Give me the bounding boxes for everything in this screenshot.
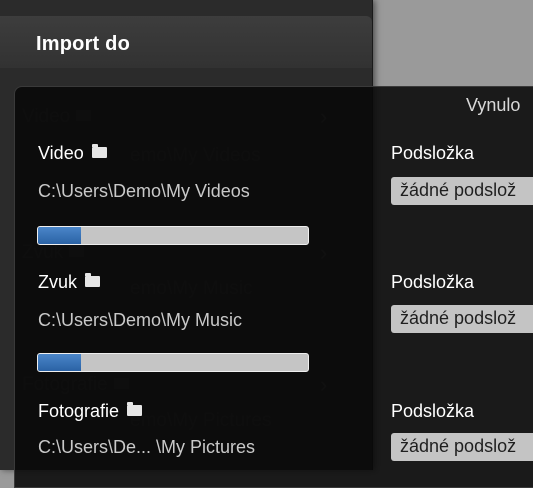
folder-icon[interactable] [91, 144, 107, 158]
photo-subfolder-label: Podsložka [391, 401, 475, 421]
audio-subfolder-dropdown[interactable]: žádné podslož [391, 305, 533, 333]
folder-icon[interactable] [85, 273, 101, 287]
import-panel-title: Import do [36, 33, 131, 55]
folder-icon[interactable] [127, 402, 143, 416]
video-storage-bar [37, 226, 309, 245]
section-title-video: Video [38, 143, 107, 164]
audio-path[interactable]: C:\Users\Demo\My Music [38, 310, 242, 331]
video-storage-fill [38, 227, 82, 244]
video-path[interactable]: C:\Users\Demo\My Videos [38, 181, 250, 202]
video-subfolder-label: Podsložka [391, 143, 475, 163]
audio-storage-bar [37, 353, 309, 372]
video-subfolder-dropdown[interactable]: žádné podslož [391, 177, 533, 205]
reset-button[interactable]: Vynulo [466, 95, 520, 116]
photo-path[interactable]: C:\Users\De... \My Pictures [38, 437, 255, 458]
section-title-audio: Zvuk [38, 272, 101, 293]
section-title-photo: Fotografie [38, 401, 143, 422]
audio-subfolder-label: Podsložka [391, 272, 475, 292]
audio-storage-fill [38, 354, 82, 371]
photo-subfolder-dropdown[interactable]: žádné podslož [391, 433, 533, 461]
